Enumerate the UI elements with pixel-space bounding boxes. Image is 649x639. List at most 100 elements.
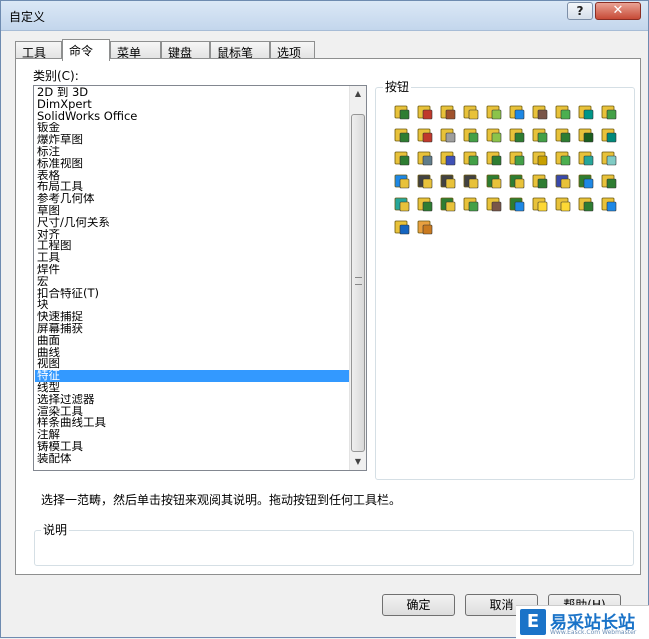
- category-item[interactable]: 焊件: [35, 264, 350, 276]
- imported-body-icon[interactable]: [393, 195, 411, 213]
- scale-icon[interactable]: [554, 172, 572, 190]
- fill-pattern-icon[interactable]: [462, 172, 480, 190]
- category-item[interactable]: 注解: [35, 429, 350, 441]
- scroll-thumb[interactable]: [351, 114, 365, 452]
- category-item[interactable]: 尺寸/几何关系: [35, 217, 350, 229]
- cosmetic-thread-icon[interactable]: [508, 172, 526, 190]
- fillet-icon[interactable]: [416, 126, 434, 144]
- title-bar[interactable]: 自定义 ? ✕: [1, 1, 648, 31]
- help-title-button[interactable]: ?: [567, 2, 593, 20]
- category-item[interactable]: 对齐: [35, 229, 350, 241]
- point-pattern-icon[interactable]: [577, 172, 595, 190]
- category-listbox[interactable]: 2D 到 3D DimXpert SolidWorks Office 钣金 爆炸草图 标注…: [33, 85, 367, 471]
- move-face-icon[interactable]: [485, 149, 503, 167]
- curve-driven-pattern-icon[interactable]: [393, 172, 411, 190]
- lofted-boss-icon[interactable]: [462, 103, 480, 121]
- category-item[interactable]: DimXpert: [35, 99, 350, 111]
- draft-icon[interactable]: [485, 126, 503, 144]
- chamfer-icon[interactable]: [439, 126, 457, 144]
- circular-pattern-icon[interactable]: [600, 126, 618, 144]
- delete-face-icon[interactable]: [508, 149, 526, 167]
- scroll-up-icon[interactable]: ▲: [350, 86, 366, 102]
- category-item[interactable]: 视图: [35, 358, 350, 370]
- tab-commands[interactable]: 命令: [62, 39, 110, 61]
- revolved-cut-icon[interactable]: [554, 103, 572, 121]
- library-feature-icon[interactable]: [600, 172, 618, 190]
- category-item[interactable]: 铸模工具: [35, 441, 350, 453]
- category-item[interactable]: 样条曲线工具: [35, 417, 350, 429]
- close-button[interactable]: ✕: [595, 2, 641, 20]
- category-item[interactable]: 表格: [35, 170, 350, 182]
- category-item[interactable]: SolidWorks Office: [35, 111, 350, 123]
- customize-dialog: 自定义 ? ✕ 工具栏 命令 菜单 键盘 鼠标笔势 选项 类别(C): 2D 到…: [0, 0, 649, 639]
- category-item[interactable]: 线型: [35, 382, 350, 394]
- sketch-driven-pattern-icon[interactable]: [416, 172, 434, 190]
- category-item[interactable]: 扣合特征(T): [35, 288, 350, 300]
- category-item[interactable]: 曲线: [35, 347, 350, 359]
- category-item[interactable]: 特征: [35, 370, 350, 382]
- category-item[interactable]: 参考几何体: [35, 193, 350, 205]
- category-scrollbar[interactable]: ▲ ▼: [349, 86, 366, 470]
- watermark-logo: E: [520, 609, 546, 635]
- boundary-cut-icon[interactable]: [393, 126, 411, 144]
- revolved-boss-icon[interactable]: [416, 103, 434, 121]
- thicken-icon[interactable]: [531, 172, 549, 190]
- category-item[interactable]: 工程图: [35, 240, 350, 252]
- instant-3d-icon[interactable]: [531, 195, 549, 213]
- stack-body-icon[interactable]: [577, 195, 595, 213]
- category-item[interactable]: 标准视图: [35, 158, 350, 170]
- category-item[interactable]: 工具: [35, 252, 350, 264]
- scroll-down-icon[interactable]: ▼: [350, 454, 366, 470]
- category-item[interactable]: 屏幕捕获: [35, 323, 350, 335]
- intersect-icon[interactable]: [416, 149, 434, 167]
- category-item[interactable]: 2D 到 3D: [35, 87, 350, 99]
- split-icon[interactable]: [439, 149, 457, 167]
- watermark-subtext: Www.Easck.Com Webmaster: [550, 629, 637, 636]
- category-item[interactable]: 宏: [35, 276, 350, 288]
- swept-boss-icon[interactable]: [439, 103, 457, 121]
- table-driven-pattern-icon[interactable]: [439, 172, 457, 190]
- feature-tree-icon[interactable]: [600, 195, 618, 213]
- extruded-boss-icon[interactable]: [393, 103, 411, 121]
- body-move-icon[interactable]: [439, 195, 457, 213]
- category-item[interactable]: 快速捕捉: [35, 311, 350, 323]
- dome-icon[interactable]: [531, 126, 549, 144]
- category-item[interactable]: 钣金: [35, 122, 350, 134]
- category-item[interactable]: 爆炸草图: [35, 134, 350, 146]
- category-item[interactable]: 草图: [35, 205, 350, 217]
- ok-button[interactable]: 确定: [382, 594, 455, 616]
- rib-icon[interactable]: [462, 126, 480, 144]
- cut-with-surface-icon[interactable]: [485, 195, 503, 213]
- category-item[interactable]: 标注: [35, 146, 350, 158]
- category-item[interactable]: 渲染工具: [35, 406, 350, 418]
- flex-icon[interactable]: [531, 149, 549, 167]
- variable-pattern-icon[interactable]: [485, 172, 503, 190]
- combine-icon[interactable]: [462, 149, 480, 167]
- cavity-icon[interactable]: [462, 195, 480, 213]
- description-group-title: 说明: [41, 521, 70, 538]
- category-item[interactable]: 选择过滤器: [35, 394, 350, 406]
- boundary-boss-icon[interactable]: [485, 103, 503, 121]
- buttons-group-title: 按钮: [383, 78, 412, 95]
- category-item[interactable]: 装配体: [35, 453, 350, 465]
- mirror-icon[interactable]: [393, 149, 411, 167]
- category-item[interactable]: 曲面: [35, 335, 350, 347]
- thread-icon[interactable]: [416, 195, 434, 213]
- indent-icon[interactable]: [577, 149, 595, 167]
- shell-icon[interactable]: [508, 126, 526, 144]
- linear-pattern-icon[interactable]: [577, 126, 595, 144]
- swept-cut-icon[interactable]: [577, 103, 595, 121]
- watermark: E 易采站长站 Www.Easck.Com Webmaster: [516, 605, 649, 639]
- deform-icon[interactable]: [600, 149, 618, 167]
- checklist-icon[interactable]: [393, 218, 411, 236]
- hole-wizard-icon[interactable]: [531, 103, 549, 121]
- category-item[interactable]: 布局工具: [35, 181, 350, 193]
- freeform-icon[interactable]: [554, 149, 572, 167]
- extruded-cut-icon[interactable]: [508, 103, 526, 121]
- 3d-grid-icon[interactable]: [416, 218, 434, 236]
- wrap-icon[interactable]: [554, 126, 572, 144]
- lofted-cut-icon[interactable]: [600, 103, 618, 121]
- category-item[interactable]: 块: [35, 299, 350, 311]
- 3d-curve-icon[interactable]: [508, 195, 526, 213]
- move-copy-body-icon[interactable]: [554, 195, 572, 213]
